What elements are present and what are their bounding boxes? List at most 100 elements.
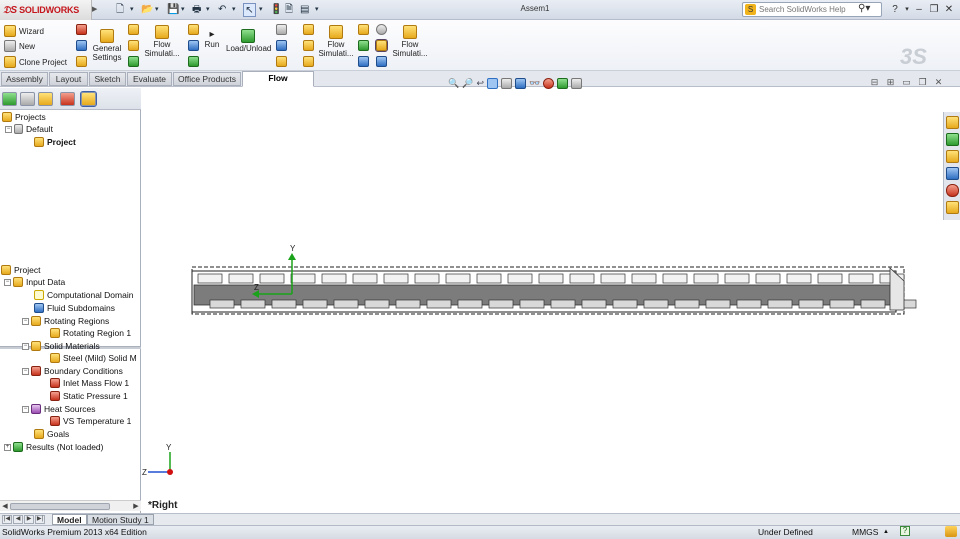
flow-simulation-results-button[interactable]: Flow Simulati... [317, 25, 355, 58]
collapse-icon[interactable]: − [22, 405, 29, 413]
tree-projects[interactable]: Projects [2, 111, 46, 123]
solver-icon[interactable] [188, 56, 199, 67]
flow-trajectories-icon[interactable] [303, 56, 314, 67]
collapse-icon[interactable]: − [5, 125, 12, 133]
restore-button[interactable]: ❐ [927, 2, 941, 17]
flow-analysis-tab-icon[interactable] [80, 91, 97, 107]
general-settings-button[interactable]: General Settings [90, 29, 124, 62]
last-tab-icon[interactable]: ▶| [35, 515, 45, 524]
print-icon[interactable]: 🖶 [192, 3, 201, 17]
new-icon[interactable]: 🗋 [116, 3, 124, 17]
save-results-icon[interactable] [276, 40, 287, 51]
split-vertical-icon[interactable]: ⊞ [885, 77, 896, 88]
create-goals-icon[interactable] [188, 24, 199, 35]
tree-project-active[interactable]: Project [34, 136, 76, 148]
tree-item-rotating-region-1[interactable]: Rotating Region 1 [50, 327, 131, 339]
rebuild-icon[interactable]: 🚦 [270, 3, 282, 17]
select-icon[interactable]: ↖ [243, 3, 256, 17]
volume-parameters-icon[interactable] [358, 56, 369, 67]
appearances-icon[interactable] [946, 184, 959, 197]
results-tool-icon[interactable] [276, 24, 287, 35]
tab-motion-study-1[interactable]: Motion Study 1 [87, 514, 154, 525]
cut-plot-icon[interactable] [276, 56, 287, 67]
lightbulb-icon[interactable] [376, 24, 387, 35]
save-icon[interactable]: 💾 [167, 3, 179, 17]
collapse-icon[interactable]: − [4, 278, 11, 286]
viewport-restore-icon[interactable]: ❐ [917, 77, 928, 88]
tree-item-project[interactable]: Project [1, 264, 40, 276]
tree-item-boundary-conditions[interactable]: − Boundary Conditions [22, 365, 123, 377]
design-library-icon[interactable] [946, 133, 959, 146]
tree-item-solid-materials[interactable]: − Solid Materials [22, 340, 100, 352]
minimize-button[interactable]: – [912, 2, 926, 17]
hide-show-icon[interactable]: 👓 [529, 78, 540, 89]
tab-assembly[interactable]: Assembly [1, 72, 48, 86]
point-goals-icon[interactable] [358, 24, 369, 35]
expand-icon[interactable]: + [4, 443, 11, 451]
view-settings-icon[interactable] [571, 77, 583, 89]
view-palette-icon[interactable] [946, 167, 959, 180]
tree-item-fluid-subdomains[interactable]: Fluid Subdomains [34, 302, 115, 314]
project-tool-icon[interactable] [76, 24, 87, 35]
split-horizontal-icon[interactable]: ⊟ [869, 77, 880, 88]
tree-item-static-pressure-1[interactable]: Static Pressure 1 [50, 390, 128, 402]
isosurface-icon[interactable] [303, 40, 314, 51]
component-control-icon[interactable] [128, 24, 139, 35]
tab-evaluate[interactable]: Evaluate [127, 72, 172, 86]
surface-parameters-icon[interactable] [358, 40, 369, 51]
viewport-close-icon[interactable]: ✕ [933, 77, 944, 88]
search-icon[interactable]: ⚲▾ [858, 3, 870, 14]
edit-project-icon[interactable] [76, 40, 87, 51]
scene-icon[interactable] [557, 77, 569, 89]
appearance-icon[interactable] [543, 77, 555, 89]
new-dropdown-icon[interactable]: ▾ [130, 3, 134, 17]
feature-manager-tab-icon[interactable] [2, 92, 17, 106]
display-icon[interactable] [375, 39, 388, 52]
print-dropdown-icon[interactable]: ▾ [206, 3, 210, 17]
display-manager-tab-icon[interactable] [60, 92, 75, 106]
units-arrow-icon[interactable]: ▲ [883, 526, 889, 539]
collapse-icon[interactable]: − [22, 317, 29, 325]
section-view-icon[interactable] [486, 77, 498, 89]
menu-flyout-arrow-icon[interactable]: ▶ [92, 0, 98, 20]
scroll-thumb[interactable] [10, 503, 110, 510]
clone-project-button[interactable]: Clone Project [4, 56, 67, 68]
insert-icon[interactable] [128, 40, 139, 51]
calculation-control-icon[interactable] [188, 40, 199, 51]
new-project-button[interactable]: New [4, 40, 35, 52]
graphics-area[interactable]: Y Z Y Z [142, 88, 950, 513]
tab-office-products[interactable]: Office Products [173, 72, 241, 86]
zoom-to-fit-icon[interactable]: 🔍 [448, 78, 459, 89]
wizard-button[interactable]: Wizard [4, 25, 44, 37]
file-explorer-icon[interactable] [946, 150, 959, 163]
tree-item-steel-mild[interactable]: Steel (Mild) Solid M [50, 352, 137, 364]
file-properties-icon[interactable]: 🗎 [285, 3, 293, 17]
tree-item-input-data[interactable]: − Input Data [4, 276, 65, 288]
load-unload-button[interactable]: Load/Unload [226, 29, 271, 53]
viewport-minimize-icon[interactable]: ▭ [901, 77, 912, 88]
scroll-left-icon[interactable]: ◀ [0, 501, 10, 512]
configuration-manager-tab-icon[interactable] [38, 92, 53, 106]
tree-item-computational-domain[interactable]: Computational Domain [34, 289, 134, 301]
first-tab-icon[interactable]: |◀ [2, 515, 12, 524]
tree-item-vs-temperature-1[interactable]: VS Temperature 1 [50, 415, 131, 427]
flow-simulation-feature-button[interactable]: Flow Simulati... [143, 25, 181, 58]
zoom-area-icon[interactable]: 🔎 [462, 78, 473, 89]
edit-component-icon[interactable] [945, 526, 957, 537]
open-dropdown-icon[interactable]: ▾ [155, 3, 159, 17]
view-orientation-icon[interactable] [500, 77, 512, 89]
close-button[interactable]: ✕ [942, 2, 956, 17]
custom-properties-icon[interactable] [946, 201, 959, 214]
tree-default[interactable]: − Default [5, 123, 53, 135]
solidworks-logo[interactable]: 𝔇S SOLIDWORKS [0, 0, 92, 20]
undo-dropdown-icon[interactable]: ▾ [232, 3, 236, 17]
next-tab-icon[interactable]: ▶ [24, 515, 34, 524]
surface-plot-icon[interactable] [303, 24, 314, 35]
xy-plot-icon[interactable] [376, 56, 387, 67]
tab-layout[interactable]: Layout [49, 72, 88, 86]
select-dropdown-icon[interactable]: ▾ [259, 3, 263, 17]
collapse-icon[interactable]: − [22, 367, 29, 375]
open-icon[interactable]: 📂 [141, 3, 153, 17]
tree-item-rotating-regions[interactable]: − Rotating Regions [22, 315, 109, 327]
run-button[interactable]: ▸ Run [203, 29, 221, 49]
